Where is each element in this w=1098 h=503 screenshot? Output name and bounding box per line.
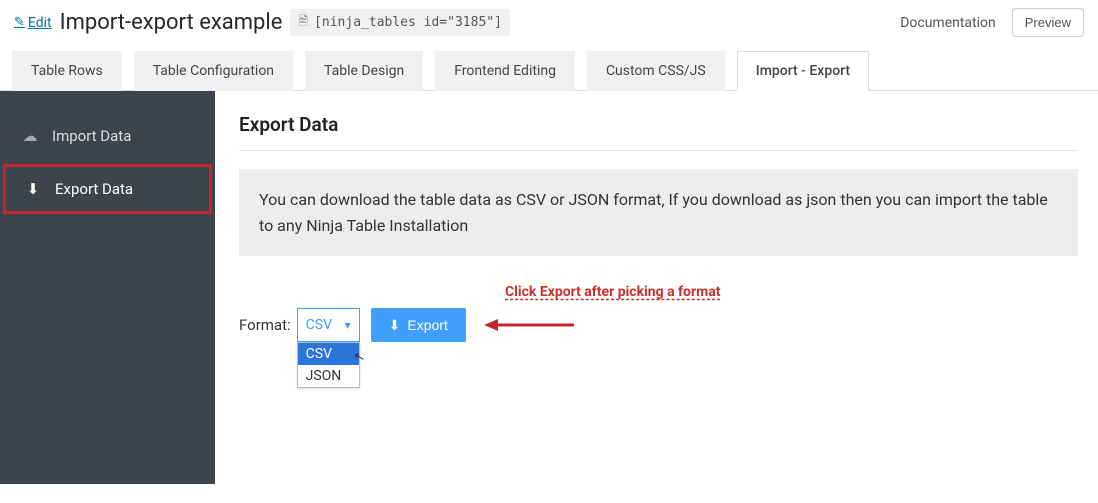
- header-right: Documentation Preview: [900, 8, 1084, 37]
- format-select[interactable]: CSV ▾: [297, 308, 360, 342]
- export-button[interactable]: ⬇ Export: [371, 308, 466, 342]
- download-icon: ⬇: [25, 180, 41, 198]
- tab-import-export[interactable]: Import - Export: [737, 51, 869, 91]
- tab-table-configuration[interactable]: Table Configuration: [134, 51, 293, 91]
- page-title: Import-export example: [60, 10, 283, 35]
- tab-navigation: Table Rows Table Configuration Table Des…: [0, 51, 1098, 91]
- content-body: ☁ Import Data ⬇ Export Data Export Data …: [0, 91, 1098, 484]
- sidebar-item-import-data[interactable]: ☁ Import Data: [0, 111, 215, 161]
- tab-frontend-editing[interactable]: Frontend Editing: [435, 51, 575, 91]
- section-title: Export Data: [239, 113, 1078, 151]
- documentation-link[interactable]: Documentation: [900, 15, 996, 31]
- sidebar: ☁ Import Data ⬇ Export Data: [0, 91, 215, 484]
- document-icon: 🗎: [298, 12, 308, 33]
- export-notice: You can download the table data as CSV o…: [239, 169, 1078, 256]
- shortcode-text: [ninja_tables id="3185"]: [314, 15, 502, 30]
- main-content: Export Data You can download the table d…: [215, 91, 1098, 484]
- dropdown-option-csv[interactable]: CSV: [298, 343, 359, 365]
- preview-button[interactable]: Preview: [1012, 8, 1084, 37]
- sidebar-item-label: Export Data: [55, 180, 133, 198]
- header-left: ✎ Edit Import-export example 🗎 [ninja_ta…: [14, 9, 510, 36]
- shortcode-display[interactable]: 🗎 [ninja_tables id="3185"]: [290, 9, 510, 36]
- sidebar-item-export-data[interactable]: ⬇ Export Data: [3, 164, 212, 214]
- edit-icon: ✎: [14, 15, 25, 30]
- export-form-row: Format: CSV ▾ CSV JSON ↖ ⬇ Export: [239, 308, 1078, 342]
- sidebar-item-label: Import Data: [52, 127, 131, 145]
- tab-table-rows[interactable]: Table Rows: [12, 51, 122, 91]
- annotation-text: Click Export after picking a format: [505, 284, 1078, 300]
- format-label: Format:: [239, 316, 291, 334]
- page-header: ✎ Edit Import-export example 🗎 [ninja_ta…: [0, 0, 1098, 51]
- edit-link[interactable]: ✎ Edit: [14, 15, 52, 31]
- arrow-annotation-icon: [484, 315, 574, 335]
- select-value: CSV: [306, 317, 332, 333]
- edit-label: Edit: [28, 15, 52, 31]
- download-icon: ⬇: [389, 317, 401, 334]
- dropdown-option-json[interactable]: JSON: [298, 365, 359, 387]
- format-select-wrap: CSV ▾ CSV JSON ↖: [297, 308, 360, 342]
- cloud-upload-icon: ☁: [22, 127, 38, 145]
- export-button-label: Export: [407, 317, 447, 333]
- format-dropdown: CSV JSON ↖: [297, 342, 360, 388]
- tab-table-design[interactable]: Table Design: [305, 51, 423, 91]
- chevron-down-icon: ▾: [345, 318, 351, 332]
- tab-custom-css-js[interactable]: Custom CSS/JS: [587, 51, 725, 91]
